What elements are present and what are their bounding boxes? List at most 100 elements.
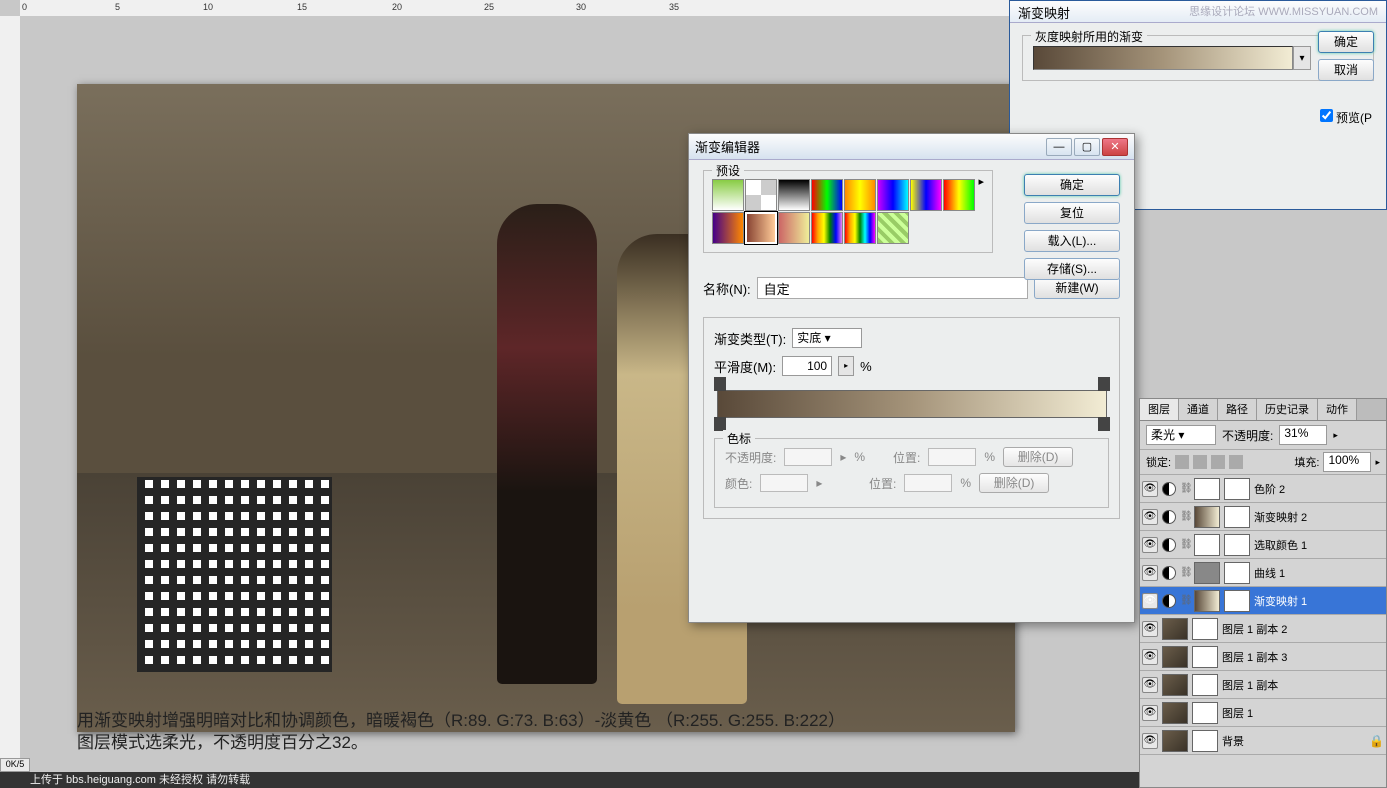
layer-thumbnail[interactable] [1194, 506, 1220, 528]
position-field[interactable] [928, 448, 976, 466]
layer-list[interactable]: 👁⛓色阶 2👁⛓渐变映射 2👁⛓选取颜色 1👁⛓曲线 1👁⛓渐变映射 1👁图层 … [1140, 475, 1386, 771]
layer-row[interactable]: 👁背景🔒 [1140, 727, 1386, 755]
layer-row[interactable]: 👁⛓色阶 2 [1140, 475, 1386, 503]
delete-button[interactable]: 删除(D) [1003, 447, 1073, 467]
fill-input[interactable]: 100% [1323, 452, 1371, 472]
layer-mask[interactable] [1192, 646, 1218, 668]
layer-mask[interactable] [1224, 478, 1250, 500]
preset-swatch[interactable] [877, 179, 909, 211]
preset-swatch[interactable] [811, 179, 843, 211]
layer-row[interactable]: 👁⛓选取颜色 1 [1140, 531, 1386, 559]
lock-move-icon[interactable] [1211, 455, 1225, 469]
preset-swatch[interactable] [712, 179, 744, 211]
preset-swatch[interactable] [778, 212, 810, 244]
close-icon[interactable]: ✕ [1102, 138, 1128, 156]
preset-swatch[interactable] [844, 179, 876, 211]
layer-name[interactable]: 曲线 1 [1254, 565, 1384, 581]
layer-mask[interactable] [1224, 506, 1250, 528]
preset-swatch[interactable] [877, 212, 909, 244]
type-select[interactable]: 实底 ▾ [792, 328, 862, 348]
preset-swatch[interactable] [778, 179, 810, 211]
gradient-dropdown-arrow[interactable]: ▾ [1293, 46, 1311, 70]
layer-mask[interactable] [1224, 534, 1250, 556]
layer-name[interactable]: 图层 1 副本 [1222, 677, 1384, 693]
layer-thumbnail[interactable] [1194, 562, 1220, 584]
lock-all-icon[interactable] [1229, 455, 1243, 469]
visibility-eye-icon[interactable]: 👁 [1142, 649, 1158, 665]
layer-mask[interactable] [1192, 702, 1218, 724]
tab-paths[interactable]: 路径 [1218, 399, 1257, 420]
tab-history[interactable]: 历史记录 [1257, 399, 1318, 420]
dialog-titlebar[interactable]: 渐变映射 思缘设计论坛 WWW.MISSYUAN.COM [1010, 1, 1386, 23]
layer-row[interactable]: 👁⛓曲线 1 [1140, 559, 1386, 587]
layer-thumbnail[interactable] [1162, 618, 1188, 640]
opacity-stop[interactable] [714, 377, 726, 391]
opacity-stop[interactable] [1098, 377, 1110, 391]
visibility-eye-icon[interactable]: 👁 [1142, 509, 1158, 525]
visibility-eye-icon[interactable]: 👁 [1142, 733, 1158, 749]
save-button[interactable]: 存储(S)... [1024, 258, 1120, 280]
color-field[interactable] [760, 474, 808, 492]
layer-row[interactable]: 👁⛓渐变映射 2 [1140, 503, 1386, 531]
lock-pixels-icon[interactable] [1175, 455, 1189, 469]
preset-swatch[interactable] [712, 212, 744, 244]
tab-channels[interactable]: 通道 [1179, 399, 1218, 420]
preset-swatch[interactable] [943, 179, 975, 211]
layer-name[interactable]: 背景 [1222, 733, 1365, 749]
editor-titlebar[interactable]: 渐变编辑器 — ▢ ✕ [689, 134, 1134, 160]
layer-row[interactable]: 👁 图层 1 副本 2 [1140, 615, 1386, 643]
layer-mask[interactable] [1192, 618, 1218, 640]
smooth-input[interactable] [782, 356, 832, 376]
layer-row[interactable]: 👁 图层 1 [1140, 699, 1386, 727]
visibility-eye-icon[interactable]: 👁 [1142, 537, 1158, 553]
preview-checkbox[interactable]: 预览(P [1320, 109, 1372, 126]
layer-mask[interactable] [1192, 674, 1218, 696]
layer-mask[interactable] [1224, 562, 1250, 584]
layer-thumbnail[interactable] [1194, 534, 1220, 556]
spin-icon[interactable]: ▸ [838, 356, 854, 376]
visibility-eye-icon[interactable]: 👁 [1142, 705, 1158, 721]
visibility-eye-icon[interactable]: 👁 [1142, 593, 1158, 609]
color-stop[interactable] [714, 417, 726, 431]
gradient-bar-editor[interactable] [717, 390, 1107, 418]
opacity-field[interactable] [784, 448, 832, 466]
tab-layers[interactable]: 图层 [1140, 399, 1179, 420]
layer-thumbnail[interactable] [1194, 590, 1220, 612]
preset-swatch[interactable] [811, 212, 843, 244]
visibility-eye-icon[interactable]: 👁 [1142, 621, 1158, 637]
layer-name[interactable]: 图层 1 [1222, 705, 1384, 721]
preset-swatch[interactable] [844, 212, 876, 244]
visibility-eye-icon[interactable]: 👁 [1142, 677, 1158, 693]
layer-name[interactable]: 选取颜色 1 [1254, 537, 1384, 553]
layer-name[interactable]: 图层 1 副本 2 [1222, 621, 1384, 637]
visibility-eye-icon[interactable]: 👁 [1142, 565, 1158, 581]
gradient-preview-bar[interactable] [1033, 46, 1293, 70]
preset-menu-icon[interactable]: ▸ [978, 175, 984, 188]
delete-button[interactable]: 删除(D) [979, 473, 1049, 493]
minimize-icon[interactable]: — [1046, 138, 1072, 156]
layer-thumbnail[interactable] [1162, 646, 1188, 668]
preset-swatch[interactable] [745, 179, 777, 211]
layer-row[interactable]: 👁图层 1 副本 3 [1140, 643, 1386, 671]
name-input[interactable] [757, 277, 1028, 299]
layer-row[interactable]: 👁⛓渐变映射 1 [1140, 587, 1386, 615]
preset-swatch[interactable] [910, 179, 942, 211]
cancel-button[interactable]: 取消 [1318, 59, 1374, 81]
ok-button[interactable]: 确定 [1318, 31, 1374, 53]
layer-thumbnail[interactable] [1162, 730, 1188, 752]
visibility-eye-icon[interactable]: 👁 [1142, 481, 1158, 497]
color-stop[interactable] [1098, 417, 1110, 431]
layer-thumbnail[interactable] [1162, 674, 1188, 696]
preset-swatch-selected[interactable] [745, 212, 777, 244]
layer-name[interactable]: 渐变映射 1 [1254, 593, 1384, 609]
layer-name[interactable]: 渐变映射 2 [1254, 509, 1384, 525]
opacity-input[interactable]: 31% [1279, 425, 1327, 445]
layer-mask[interactable] [1224, 590, 1250, 612]
position-field[interactable] [904, 474, 952, 492]
layer-row[interactable]: 👁 图层 1 副本 [1140, 671, 1386, 699]
load-button[interactable]: 载入(L)... [1024, 230, 1120, 252]
maximize-icon[interactable]: ▢ [1074, 138, 1100, 156]
lock-brush-icon[interactable] [1193, 455, 1207, 469]
layer-thumbnail[interactable] [1194, 478, 1220, 500]
ok-button[interactable]: 确定 [1024, 174, 1120, 196]
